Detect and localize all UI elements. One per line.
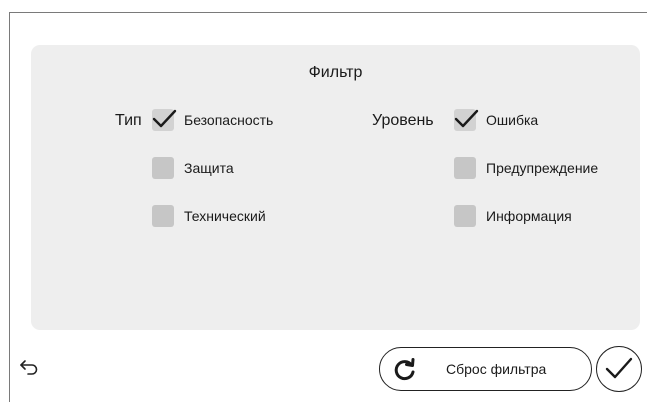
option-label-warning: Предупреждение — [486, 160, 599, 176]
option-label-protection: Защита — [184, 160, 234, 176]
level-option-warning[interactable]: Предупреждение — [454, 157, 598, 179]
checkmark-icon — [454, 109, 479, 128]
checkmark-icon — [605, 357, 633, 379]
checkbox-security[interactable] — [152, 109, 177, 131]
back-button[interactable] — [19, 357, 39, 382]
option-label-security: Безопасность — [184, 112, 274, 128]
refresh-icon — [394, 358, 415, 381]
option-label-info: Информация — [486, 208, 572, 224]
option-label-technical: Технический — [184, 208, 266, 224]
back-arrow-icon — [20, 360, 38, 375]
filter-title: Фильтр — [308, 64, 363, 81]
checkbox-protection[interactable] — [152, 157, 174, 179]
checkbox-error[interactable] — [454, 109, 479, 131]
level-option-error[interactable]: Ошибка — [454, 109, 538, 131]
type-option-protection[interactable]: Защита — [152, 157, 234, 179]
type-group-label: Тип — [115, 112, 142, 129]
checkbox-warning[interactable] — [454, 157, 476, 179]
type-option-technical[interactable]: Технический — [152, 205, 266, 227]
reset-filter-button[interactable]: Сброс фильтра — [379, 347, 592, 391]
confirm-button[interactable] — [596, 346, 642, 392]
option-label-error: Ошибка — [486, 112, 539, 128]
type-option-security[interactable]: Безопасность — [152, 109, 273, 131]
checkbox-technical[interactable] — [152, 205, 174, 227]
level-option-info[interactable]: Информация — [454, 205, 572, 227]
checkbox-info[interactable] — [454, 205, 476, 227]
checkmark-icon — [152, 109, 177, 128]
level-group-label: Уровень — [372, 112, 434, 129]
filter-panel: Фильтр Тип Безопасность Защита Техническ… — [31, 45, 640, 330]
reset-filter-label: Сброс фильтра — [446, 361, 547, 377]
